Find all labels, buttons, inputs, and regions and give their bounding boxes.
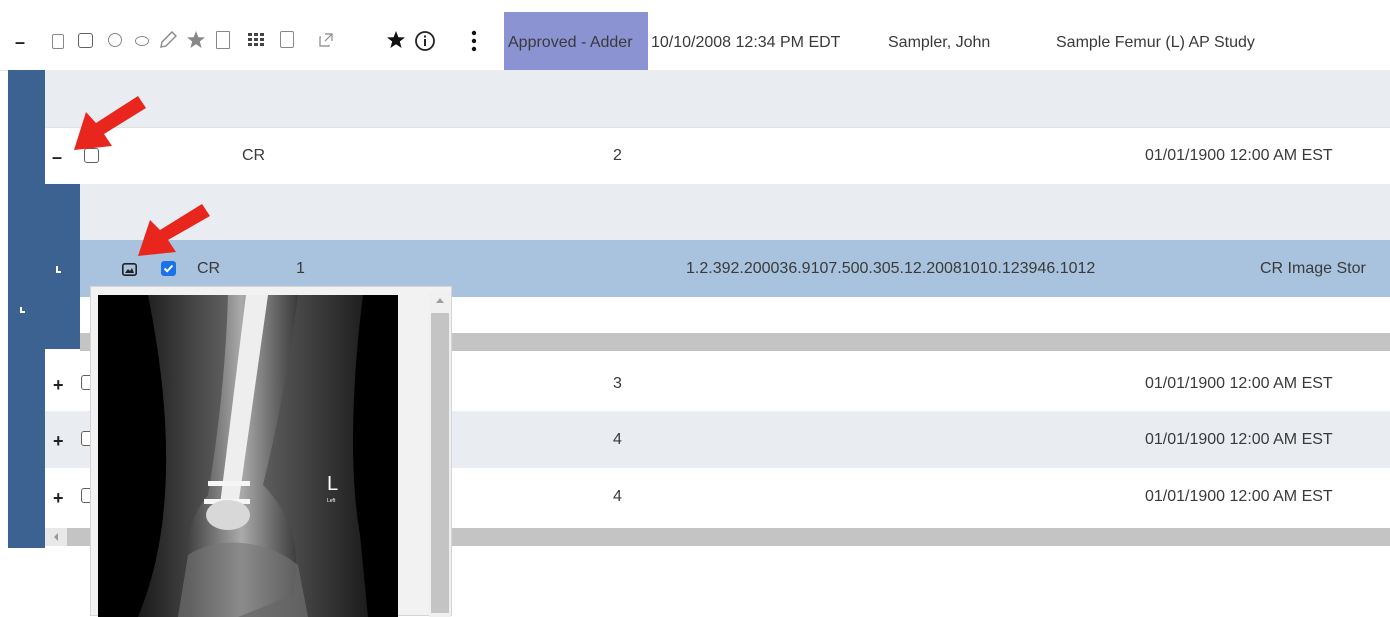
study-nesting-marker: [20, 307, 25, 313]
thumbnail-popup: L Left: [90, 286, 452, 617]
image-sop-class: CR Image Stor: [1260, 260, 1366, 277]
image-checkbox[interactable]: [161, 261, 176, 276]
study-description: Sample Femur (L) AP Study: [1056, 34, 1255, 51]
image-number: 1: [296, 260, 305, 277]
study-datetime: 10/10/2008 12:34 PM EDT: [651, 34, 841, 51]
chevron-up-icon[interactable]: [429, 291, 451, 309]
patient-name: Sampler, John: [888, 34, 991, 51]
series-image-count: 4: [613, 488, 622, 505]
document-icon[interactable]: [216, 31, 230, 49]
series-date: 01/01/1900 12:00 AM EST: [1145, 488, 1333, 505]
more-vertical-icon[interactable]: [470, 30, 478, 52]
copy-icon[interactable]: [280, 31, 294, 48]
star-icon[interactable]: [186, 30, 206, 50]
favorite-star-icon[interactable]: [386, 30, 406, 50]
eye-icon[interactable]: [135, 36, 149, 46]
series-header-spacer: [45, 70, 1390, 127]
study-toolbar: [50, 30, 405, 54]
series-nesting-bar: [45, 184, 80, 349]
annotation-arrow-icon: [74, 96, 146, 150]
study-nesting-bar: [8, 70, 45, 548]
info-icon[interactable]: [414, 30, 436, 52]
series-expand-toggle[interactable]: +: [53, 376, 64, 394]
checkmark-icon: [163, 264, 174, 273]
series-image-count: 2: [613, 147, 622, 164]
image-header-spacer: [80, 184, 1390, 240]
series-image-count: 4: [613, 431, 622, 448]
scrollbar-thumb[interactable]: [431, 313, 449, 613]
series-collapse-toggle[interactable]: –: [52, 148, 62, 166]
status-text: Approved - Adder: [508, 34, 633, 51]
xray-side-marker-sub: Left: [327, 498, 336, 504]
series-expand-toggle[interactable]: +: [53, 432, 64, 450]
annotation-arrow-icon: [138, 204, 210, 256]
chevron-left-icon: [54, 533, 58, 541]
scroll-left-button[interactable]: [45, 528, 67, 546]
select-study-checkbox[interactable]: [78, 33, 93, 48]
image-modality: CR: [197, 260, 221, 277]
thumbnail-icon[interactable]: [122, 263, 137, 276]
xray-thumbnail: [98, 295, 398, 617]
series-date: 01/01/1900 12:00 AM EST: [1145, 147, 1333, 164]
xray-side-marker: L: [327, 473, 339, 495]
series-date: 01/01/1900 12:00 AM EST: [1145, 431, 1333, 448]
series-expand-toggle[interactable]: +: [53, 489, 64, 507]
status-badge: Approved - Adder: [504, 12, 648, 70]
image-row-marker: [56, 266, 61, 273]
report-icon[interactable]: [52, 34, 64, 49]
popup-vertical-scrollbar[interactable]: [429, 291, 451, 617]
series-image-count: 3: [613, 375, 622, 392]
series-modality: CR: [242, 147, 266, 164]
image-uid: 1.2.392.200036.9107.500.305.12.20081010.…: [686, 260, 1096, 277]
study-collapse-toggle[interactable]: –: [15, 33, 25, 51]
grid-icon[interactable]: [248, 33, 264, 47]
pencil-icon[interactable]: [158, 30, 178, 50]
globe-icon[interactable]: [108, 33, 122, 47]
series-date: 01/01/1900 12:00 AM EST: [1145, 375, 1333, 392]
external-link-icon[interactable]: [318, 32, 334, 48]
